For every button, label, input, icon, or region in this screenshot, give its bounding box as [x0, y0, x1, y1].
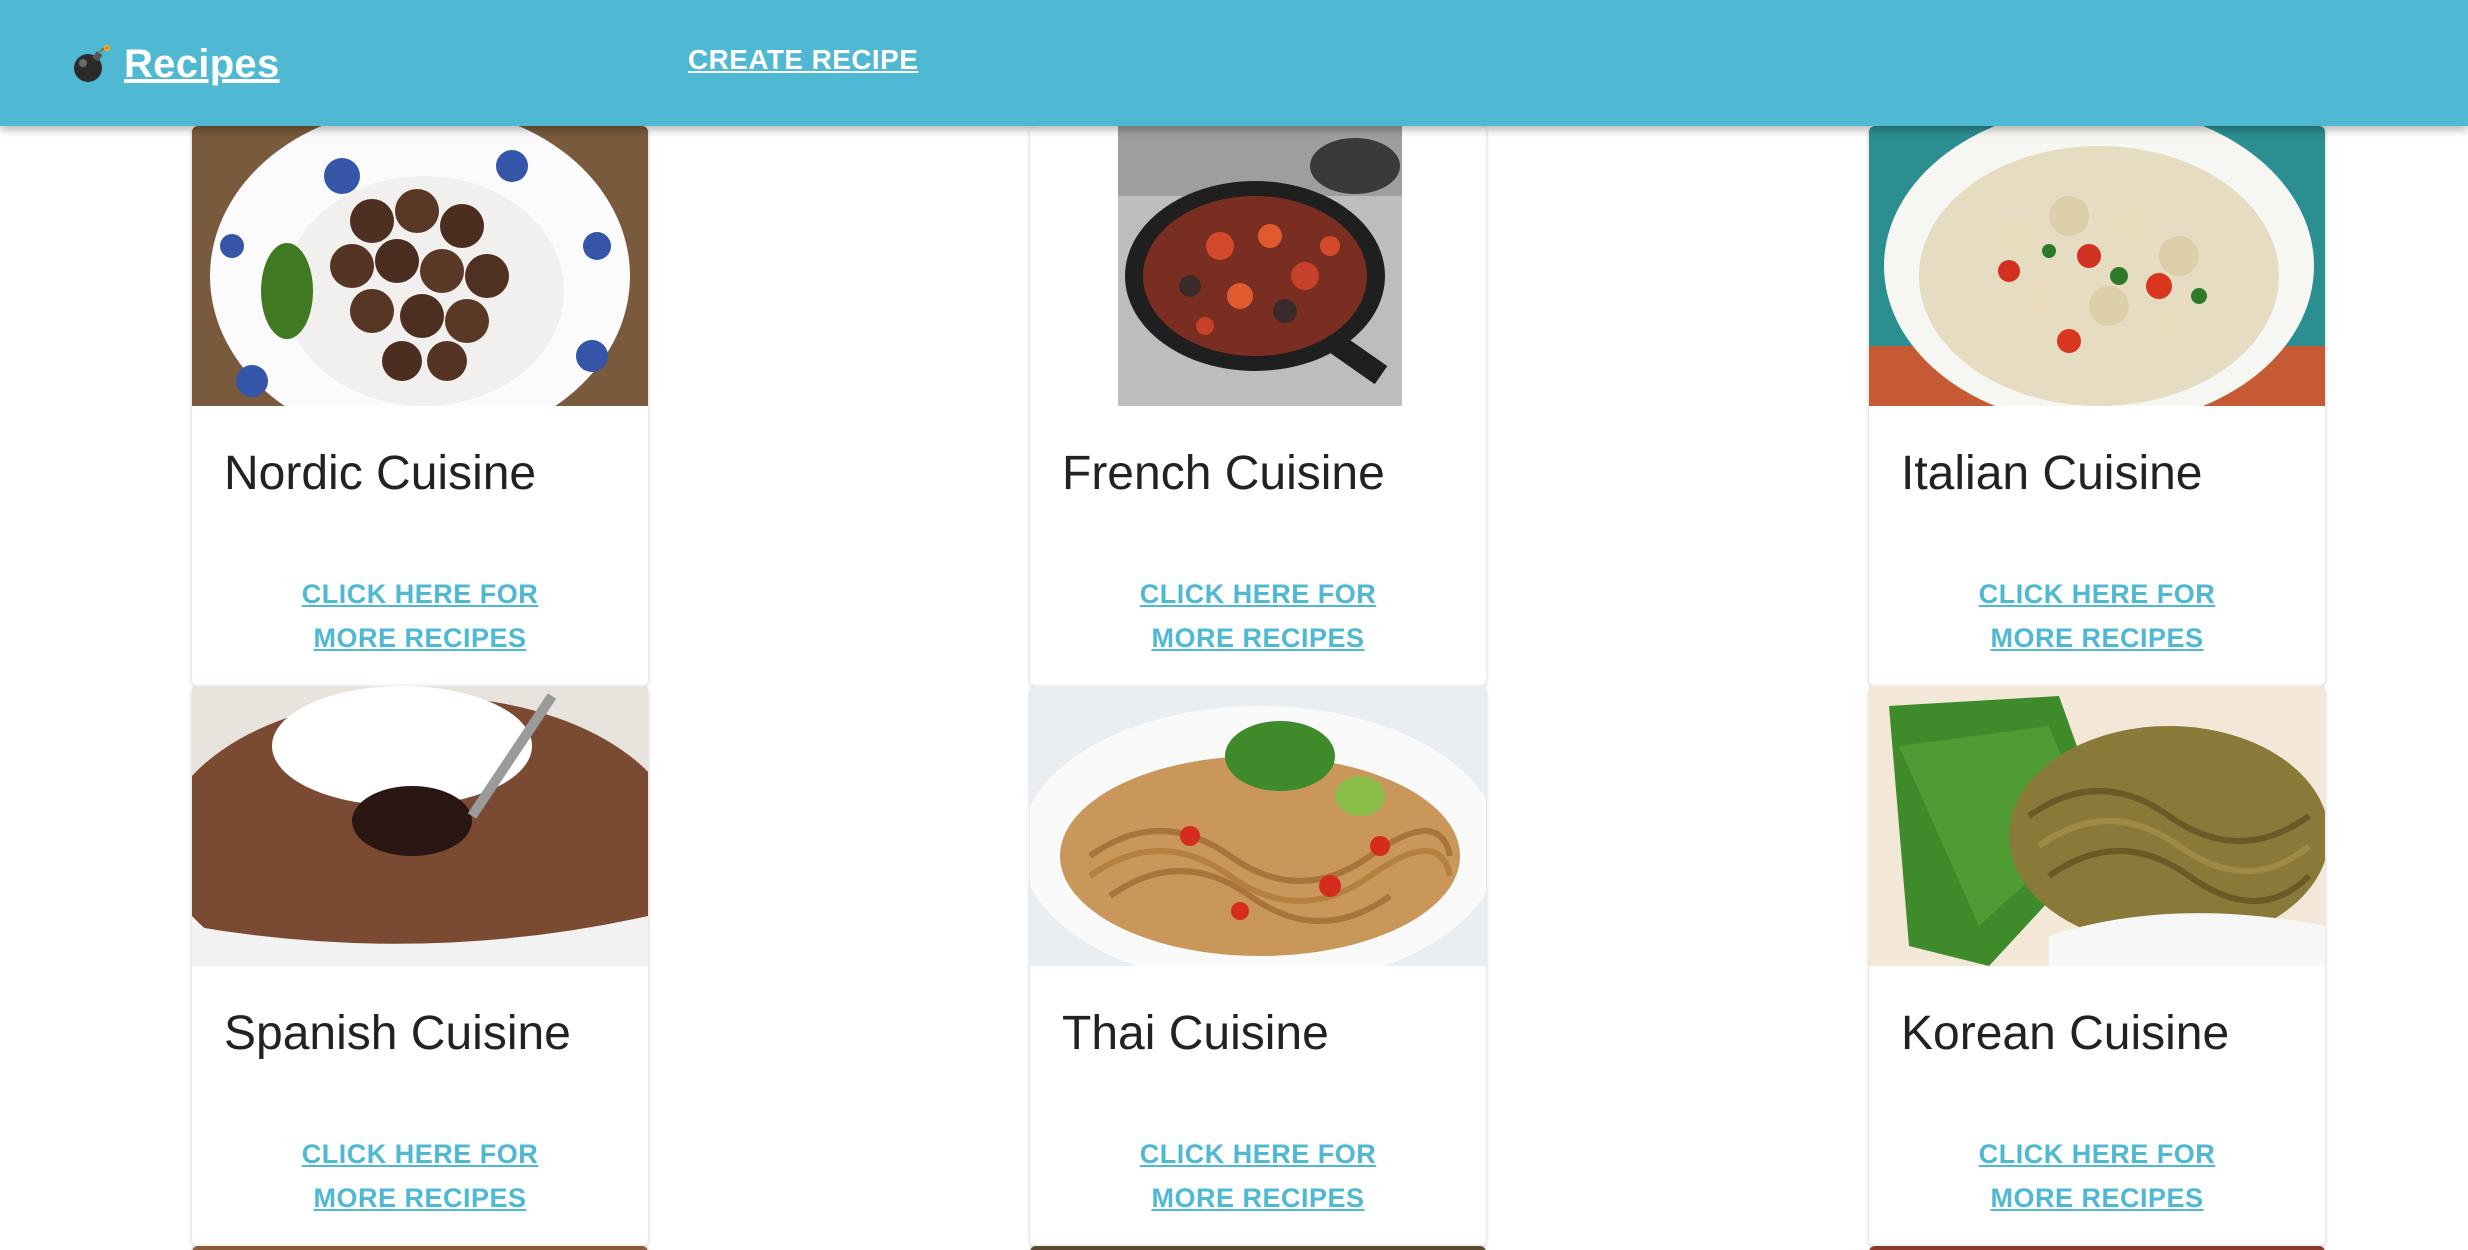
brand-home-link[interactable]: Recipes: [70, 36, 280, 92]
more-recipes-link[interactable]: CLICK HERE FOR MORE RECIPES: [270, 1132, 570, 1220]
brand-label: Recipes: [124, 41, 280, 86]
card-title: Italian Cuisine: [1901, 447, 2203, 500]
card-title: Spanish Cuisine: [224, 1007, 571, 1060]
more-recipes-link[interactable]: CLICK HERE FOR MORE RECIPES: [1108, 1132, 1408, 1220]
more-recipes-link[interactable]: CLICK HERE FOR MORE RECIPES: [1108, 572, 1408, 660]
pasta-salad-bowl-image: [1869, 126, 2325, 406]
cuisine-card: Thai Cuisine CLICK HERE FOR MORE RECIPES: [1030, 686, 1486, 1246]
recipes-page: Recipes CREATE RECIPE Nordic Cuisine CLI…: [0, 0, 2468, 1250]
card-title: Nordic Cuisine: [224, 447, 537, 500]
card-title: Korean Cuisine: [1901, 1007, 2230, 1060]
cuisine-card: French Cuisine CLICK HERE FOR MORE RECIP…: [1030, 126, 1486, 686]
cuisine-card-partial: [1869, 1246, 2325, 1250]
more-recipes-link[interactable]: CLICK HERE FOR MORE RECIPES: [1947, 572, 2247, 660]
cuisine-card: Nordic Cuisine CLICK HERE FOR MORE RECIP…: [192, 126, 648, 686]
card-title: French Cuisine: [1062, 447, 1385, 500]
noodles-leaf-bowl-image: [1869, 686, 2325, 966]
app-header: Recipes CREATE RECIPE: [0, 0, 2468, 126]
cuisine-card-partial: [192, 1246, 648, 1250]
card-title: Thai Cuisine: [1062, 1007, 1329, 1060]
cuisine-card-partial: [1030, 1246, 1486, 1250]
card-image-partial: [1869, 1246, 2325, 1250]
cuisine-card: Korean Cuisine CLICK HERE FOR MORE RECIP…: [1869, 686, 2325, 1246]
ratatouille-skillet-image: [1030, 126, 1486, 406]
cuisine-card: Italian Cuisine CLICK HERE FOR MORE RECI…: [1869, 126, 2325, 686]
bomb-icon: [70, 44, 110, 84]
chocolate-souffle-image: [192, 686, 648, 966]
more-recipes-link[interactable]: CLICK HERE FOR MORE RECIPES: [270, 572, 570, 660]
cuisine-card: Spanish Cuisine CLICK HERE FOR MORE RECI…: [192, 686, 648, 1246]
card-image-partial: [1030, 1246, 1486, 1250]
create-recipe-link[interactable]: CREATE RECIPE: [688, 44, 918, 76]
card-image-partial: [192, 1246, 648, 1250]
more-recipes-link[interactable]: CLICK HERE FOR MORE RECIPES: [1947, 1132, 2247, 1220]
meatballs-plate-image: [192, 126, 648, 406]
noodle-salad-bowl-image: [1030, 686, 1486, 966]
